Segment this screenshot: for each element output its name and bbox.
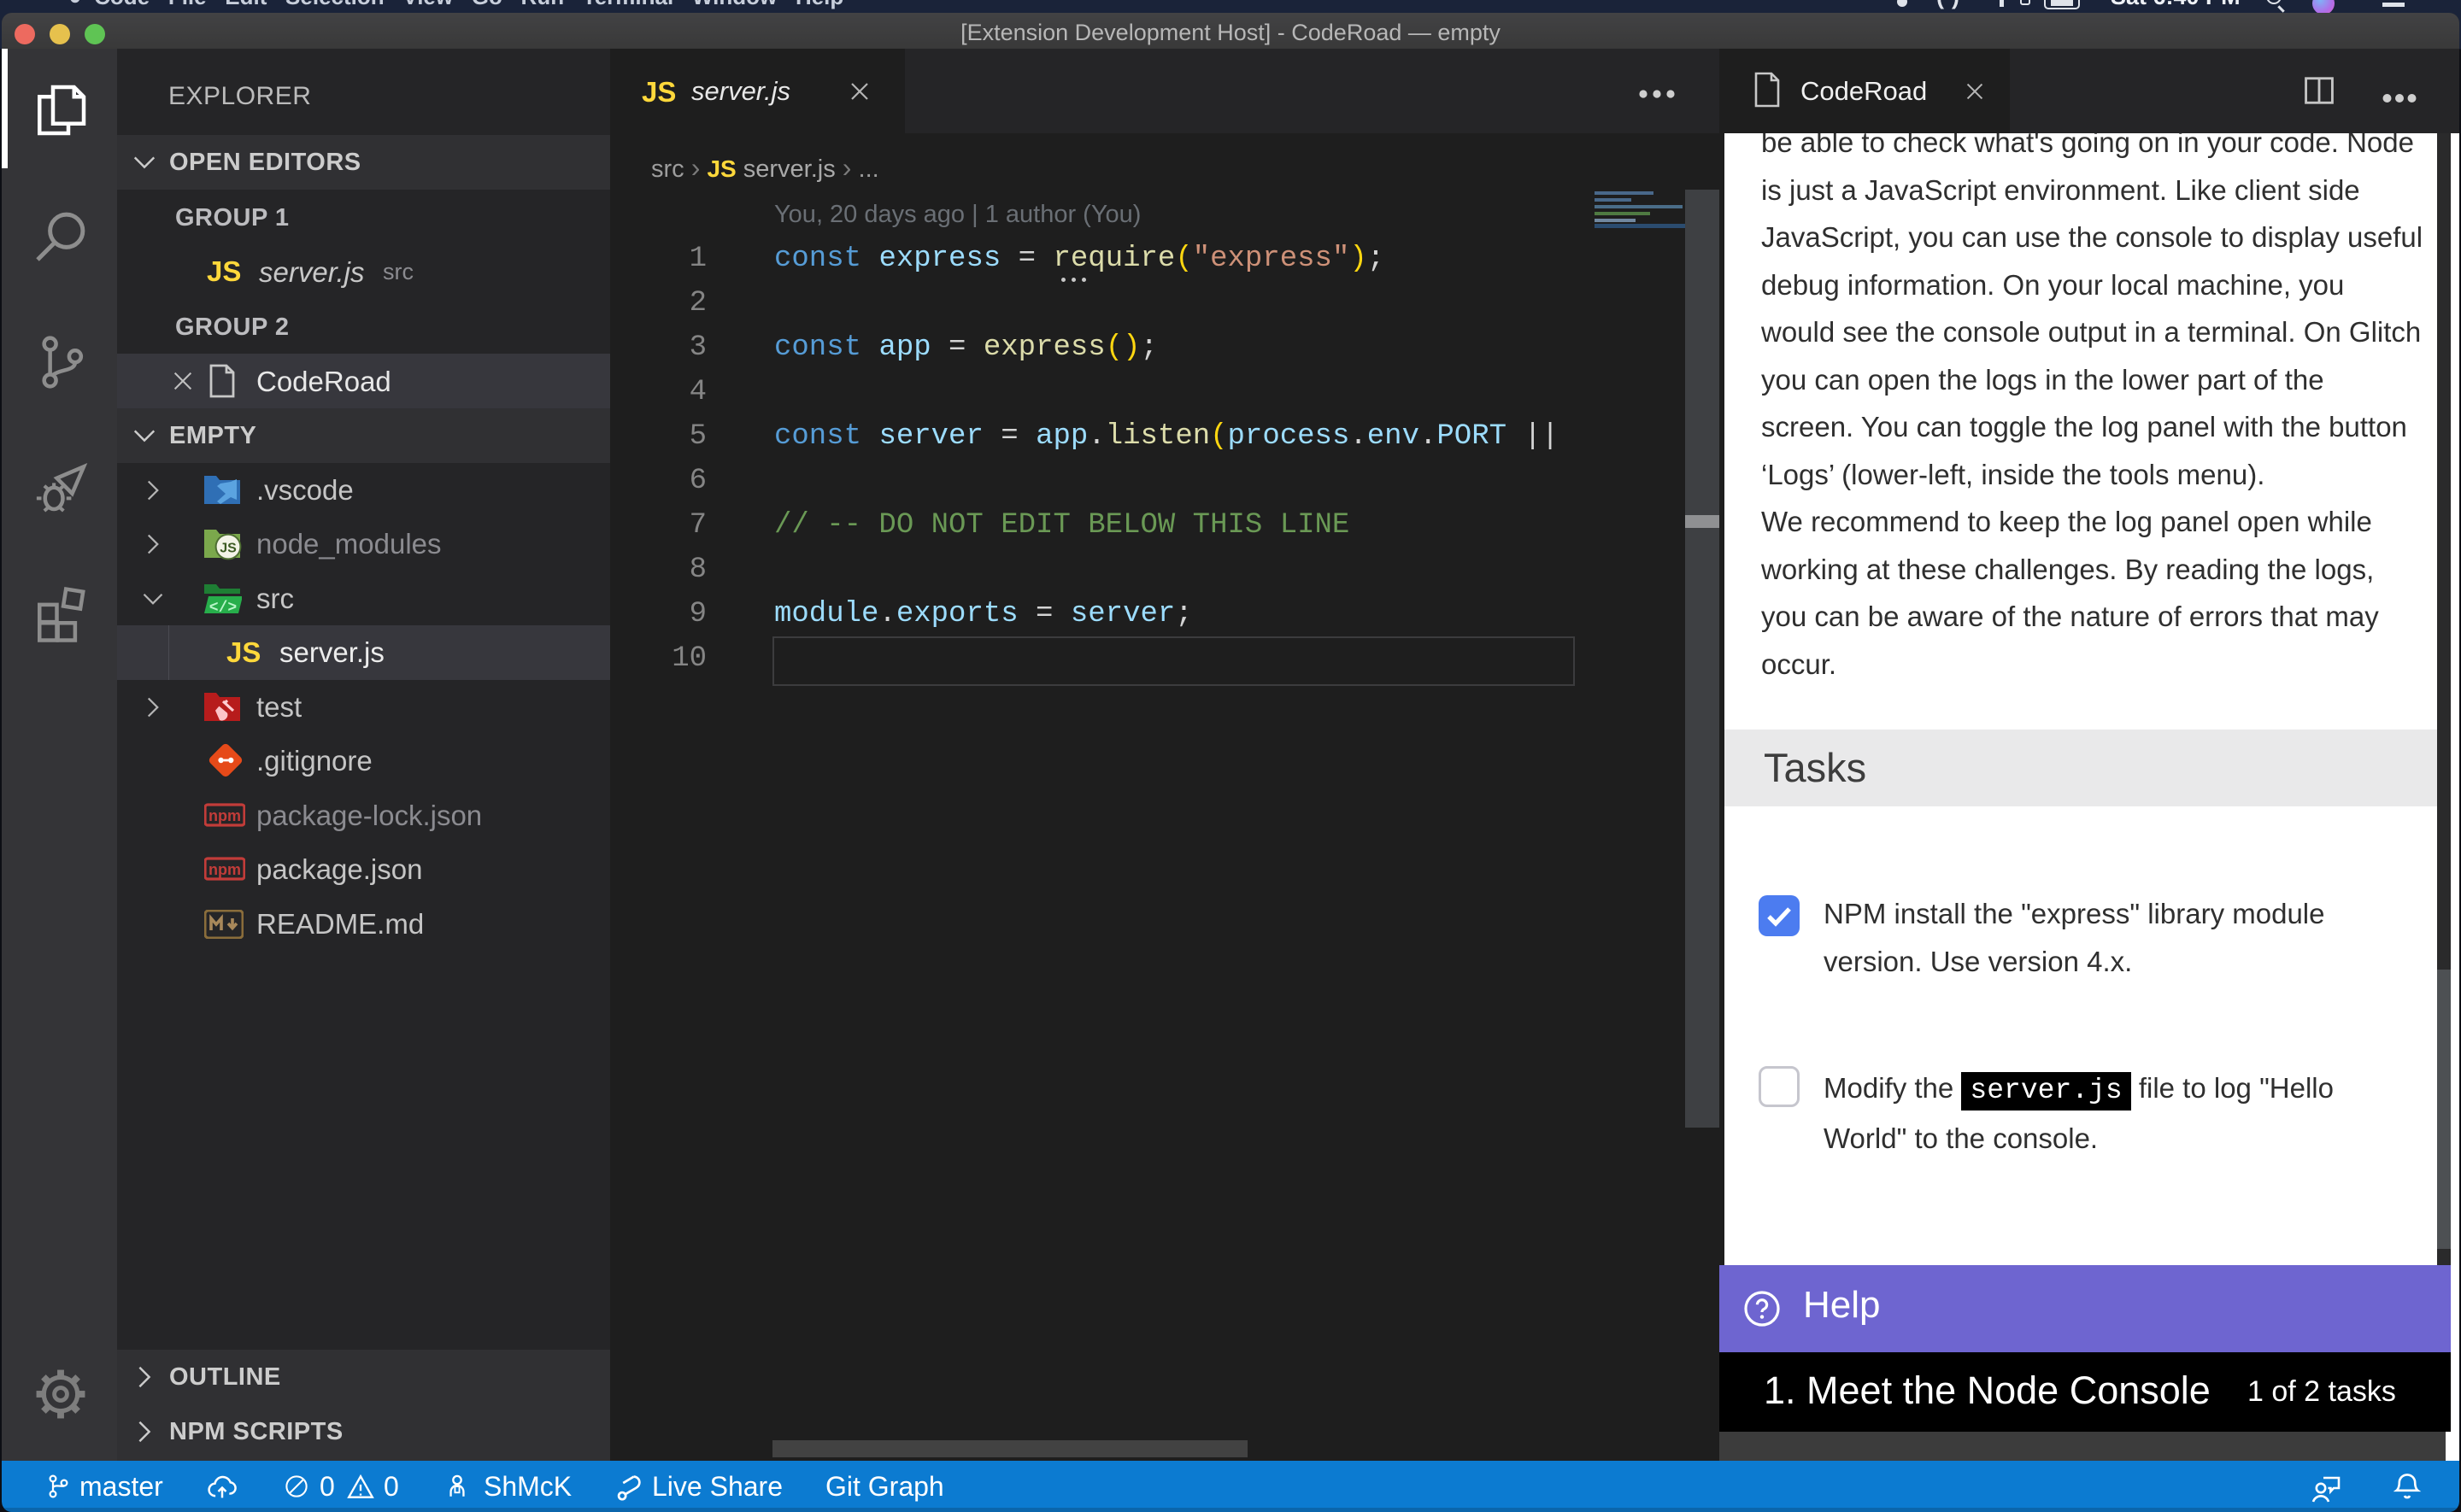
svg-text:npm: npm [209,807,241,824]
svg-text:npm: npm [209,861,241,878]
svg-text:</>: </> [209,600,237,617]
svg-text:JS: JS [220,541,237,555]
